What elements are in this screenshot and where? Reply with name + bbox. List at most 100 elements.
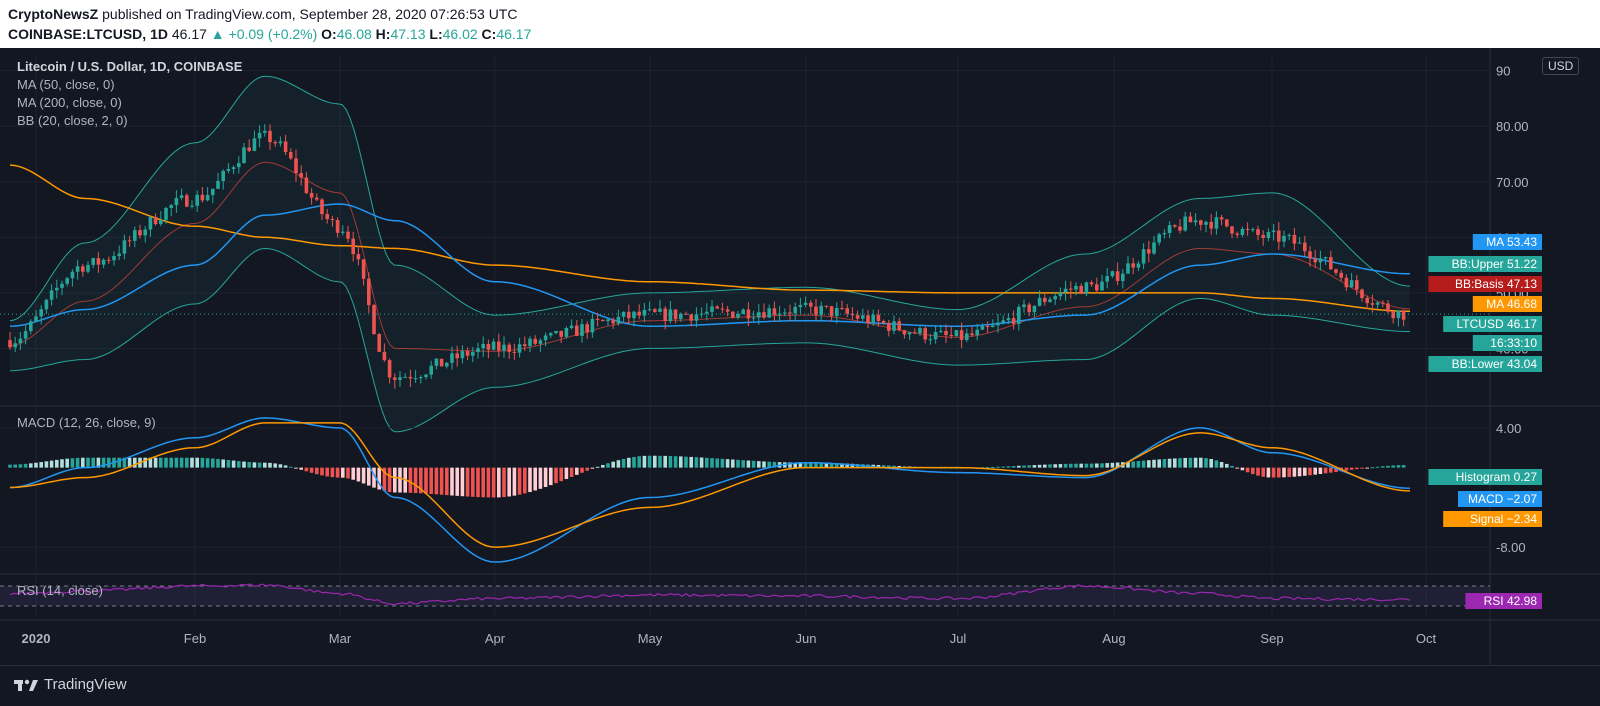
histogram-bar bbox=[179, 457, 184, 468]
candle-body bbox=[226, 169, 231, 171]
open-value: 46.08 bbox=[336, 26, 372, 42]
chart-canvas[interactable]: 2020 Feb Mar Apr May Jun Jul Aug Sep Oct 90 80.00 70… bbox=[0, 48, 1600, 665]
histogram-bar bbox=[1251, 467, 1255, 475]
candle-body bbox=[902, 330, 907, 335]
currency-button[interactable]: USD bbox=[1542, 57, 1580, 75]
candle-body bbox=[1375, 302, 1380, 305]
candle-body bbox=[616, 316, 621, 324]
candle-body bbox=[143, 229, 147, 236]
histogram-bar bbox=[1157, 459, 1161, 468]
candle-body bbox=[96, 258, 101, 265]
macd-legend[interactable]: MACD (12, 26, close, 9) bbox=[17, 415, 156, 430]
publisher-name[interactable]: CryptoNewsZ bbox=[8, 6, 98, 22]
histogram-bar bbox=[221, 459, 225, 468]
candle-body bbox=[491, 341, 496, 350]
price-value-label: BB:Basis 47.13 bbox=[1428, 276, 1542, 292]
histogram-bar bbox=[70, 458, 75, 468]
tradingview-logo-icon bbox=[14, 679, 38, 691]
candle-body bbox=[361, 259, 366, 279]
histogram-bar bbox=[1053, 464, 1057, 468]
candle-body bbox=[757, 312, 761, 318]
candle-body bbox=[1230, 226, 1234, 234]
candle-body bbox=[1334, 269, 1338, 273]
candle-body bbox=[179, 195, 184, 198]
candle-body bbox=[1297, 242, 1302, 244]
candle-body bbox=[965, 333, 969, 340]
histogram-bar bbox=[299, 467, 303, 470]
histogram-bar bbox=[1074, 463, 1078, 468]
candle-body bbox=[1386, 303, 1390, 312]
tradingview-logo[interactable]: TradingView bbox=[14, 676, 127, 693]
candle-body bbox=[455, 353, 459, 359]
candle-body bbox=[439, 358, 444, 367]
histogram-bar bbox=[320, 467, 324, 476]
histogram-bar bbox=[309, 467, 314, 473]
histogram-bar bbox=[1287, 467, 1291, 478]
candle-body bbox=[1022, 304, 1026, 308]
candle-body bbox=[554, 330, 558, 334]
histogram-bar bbox=[1199, 457, 1203, 468]
histogram-bar bbox=[741, 460, 745, 468]
candle-body bbox=[195, 194, 199, 206]
histogram-bar bbox=[278, 464, 283, 468]
ma50-legend[interactable]: MA (50, close, 0) bbox=[17, 77, 115, 92]
candle-body bbox=[1313, 258, 1317, 263]
candle-body bbox=[1271, 230, 1276, 233]
histogram-bar bbox=[1079, 463, 1083, 468]
histogram-bar bbox=[55, 459, 59, 468]
histogram-bar bbox=[1001, 466, 1005, 468]
chart-area[interactable]: 2020 Feb Mar Apr May Jun Jul Aug Sep Oct 90 80.00 70… bbox=[0, 48, 1600, 665]
candle-body bbox=[788, 312, 792, 314]
histogram-bar bbox=[434, 467, 439, 495]
high-label: H: bbox=[375, 26, 391, 42]
candle-body bbox=[1032, 305, 1037, 313]
candle-body bbox=[1193, 220, 1198, 223]
candle-body bbox=[1084, 282, 1089, 294]
value-label-text: Signal −2.34 bbox=[1470, 512, 1537, 526]
candle-body bbox=[668, 309, 673, 322]
histogram-bar bbox=[1147, 460, 1151, 468]
candle-body bbox=[294, 158, 298, 174]
histogram-bar bbox=[273, 463, 277, 468]
candle-body bbox=[1261, 235, 1265, 238]
candle-body bbox=[1365, 298, 1369, 304]
histogram-bar bbox=[237, 461, 241, 468]
histogram-bar bbox=[725, 459, 730, 468]
histogram-bar bbox=[445, 467, 449, 496]
candle-body bbox=[1110, 271, 1115, 277]
candle-body bbox=[117, 253, 121, 257]
histogram-bar bbox=[29, 463, 33, 468]
candle-body bbox=[907, 332, 912, 335]
histogram-bar bbox=[1401, 465, 1406, 468]
candle-body bbox=[881, 321, 886, 323]
histogram-bar bbox=[1188, 457, 1193, 468]
candle-body bbox=[1292, 234, 1297, 244]
candle-body bbox=[1303, 242, 1307, 252]
candle-body bbox=[1131, 263, 1135, 268]
histogram-bar bbox=[283, 465, 288, 468]
candle-body bbox=[75, 266, 80, 272]
ma200-legend[interactable]: MA (200, close, 0) bbox=[17, 95, 122, 110]
histogram-bar bbox=[585, 467, 589, 471]
bb-legend[interactable]: BB (20, close, 2, 0) bbox=[17, 113, 128, 128]
candle-body bbox=[387, 360, 392, 378]
candle-body bbox=[289, 152, 293, 159]
histogram-bar bbox=[49, 460, 54, 468]
histogram-bar bbox=[1032, 465, 1037, 468]
candle-body bbox=[543, 335, 548, 341]
candle-body bbox=[70, 271, 75, 279]
candle-body bbox=[304, 177, 309, 194]
histogram-bar bbox=[1349, 467, 1354, 470]
histogram-bar bbox=[663, 455, 667, 468]
histogram-bar bbox=[8, 464, 12, 468]
histogram-bar bbox=[1183, 457, 1187, 468]
last-price: 46.17 bbox=[171, 26, 207, 42]
value-label-text: MA 53.43 bbox=[1486, 235, 1537, 249]
histogram-bar bbox=[1095, 463, 1099, 468]
candle-body bbox=[476, 348, 480, 353]
candle-body bbox=[512, 351, 517, 353]
candle-body bbox=[377, 334, 381, 352]
rsi-legend[interactable]: RSI (14, close) bbox=[17, 583, 103, 598]
candle-body bbox=[1115, 271, 1120, 281]
candle-body bbox=[632, 311, 636, 319]
